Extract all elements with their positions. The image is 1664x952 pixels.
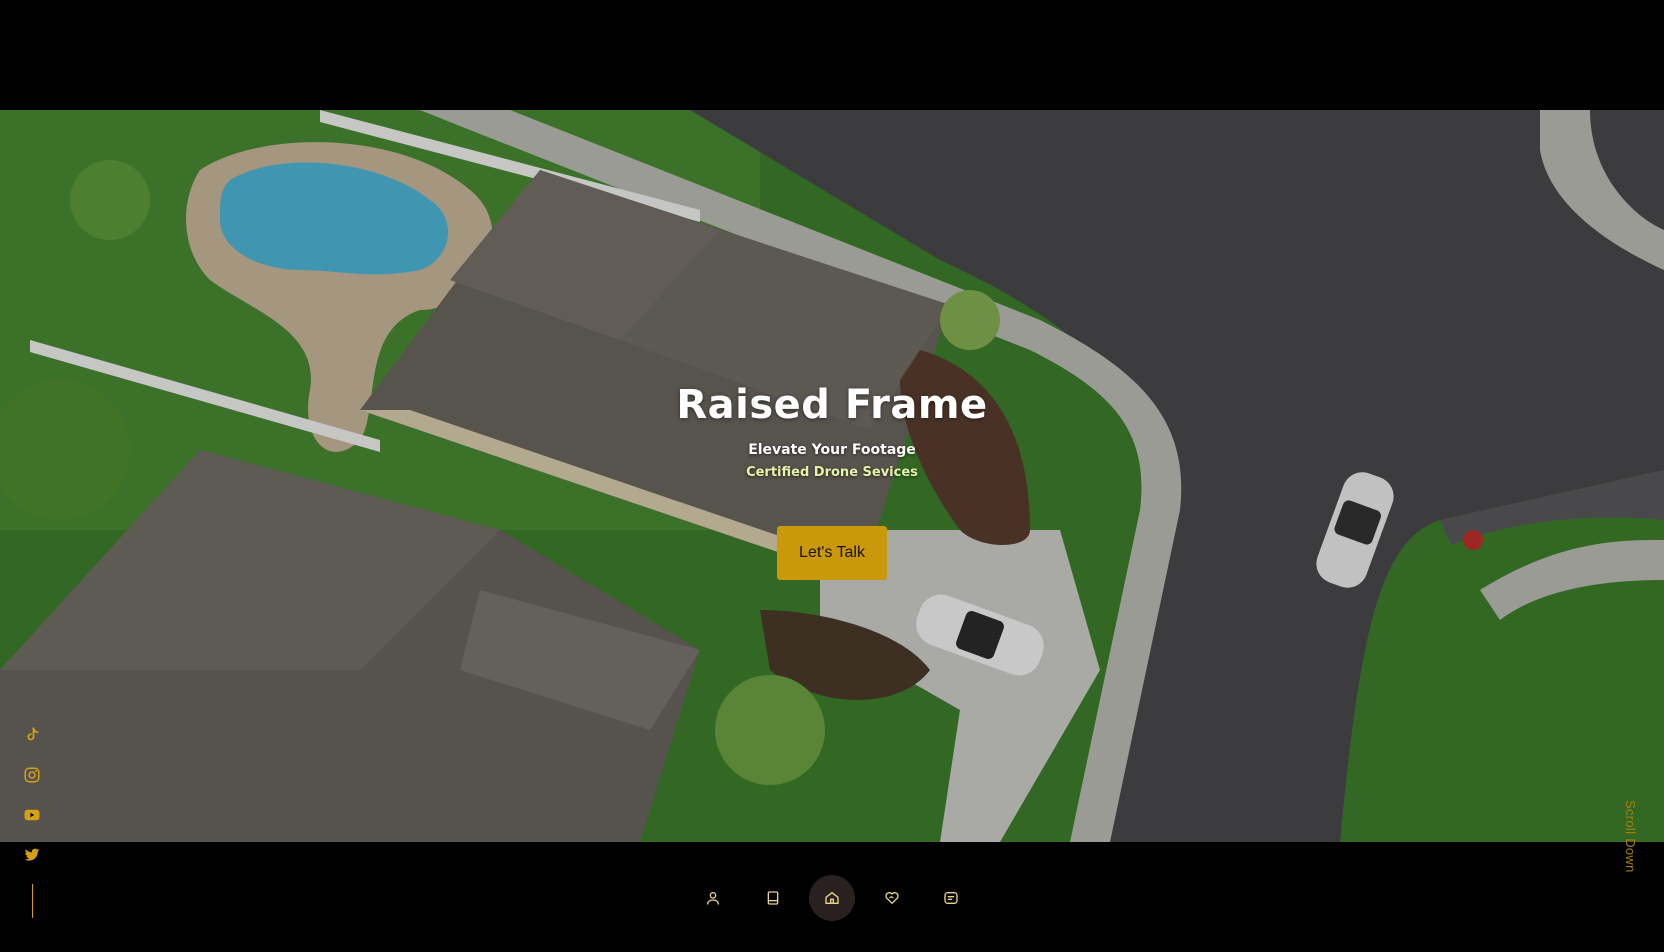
nav-book[interactable] xyxy=(750,875,796,921)
lets-talk-button[interactable]: Let's Talk xyxy=(777,526,887,580)
top-bar xyxy=(0,0,1664,110)
twitter-icon[interactable] xyxy=(22,845,42,865)
nav-contact[interactable] xyxy=(928,875,974,921)
youtube-icon[interactable] xyxy=(22,805,42,825)
message-icon xyxy=(944,892,958,904)
nav-services[interactable] xyxy=(869,875,915,921)
hero-title: Raised Frame xyxy=(676,382,988,428)
hero-tagline: Certified Drone Sevices xyxy=(746,465,918,480)
scroll-down-link[interactable]: Scroll Down xyxy=(1618,800,1638,890)
bottom-nav xyxy=(690,874,974,922)
heart-handshake-icon xyxy=(884,892,899,904)
hero-subtitle: Elevate Your Footage xyxy=(748,442,916,458)
tiktok-icon[interactable] xyxy=(22,725,42,745)
home-icon xyxy=(825,892,839,904)
hero-section: Raised Frame Elevate Your Footage Certif… xyxy=(0,110,1664,842)
user-icon xyxy=(707,892,719,905)
nav-about[interactable] xyxy=(690,875,736,921)
instagram-icon[interactable] xyxy=(22,765,42,785)
book-icon xyxy=(767,891,778,905)
nav-home[interactable] xyxy=(809,875,855,921)
social-divider-line xyxy=(32,884,33,918)
